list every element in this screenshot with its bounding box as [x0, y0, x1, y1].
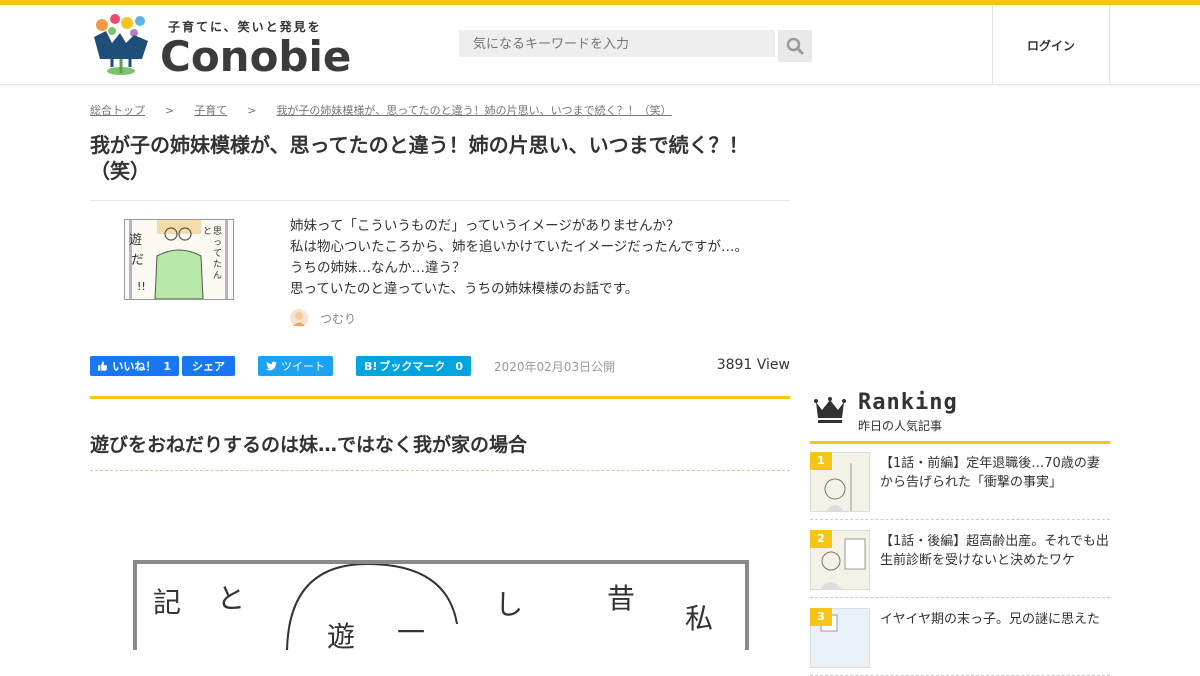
author-link[interactable]: つむり: [290, 309, 356, 327]
like-label: いいね！: [112, 360, 157, 373]
ranking-item-title: 【1話・前編】定年退職後…70歳の妻から告げられた「衝撃の事実」: [880, 456, 1100, 490]
search-input[interactable]: [459, 30, 775, 57]
comic-char: と: [217, 582, 245, 615]
intro-line: 姉妹って「こういうものだ」っていうイメージがありませんか？: [290, 218, 680, 234]
breadcrumb: 総合トップ > 子育て > 我が子の姉妹模様が、思ってたのと違う！姉の片思い、いつまで続…: [90, 102, 672, 118]
published-date: 2020年02月03日公開: [494, 360, 616, 374]
thumb-char: っ: [213, 238, 222, 248]
view-count: 3891 View: [716, 357, 790, 373]
thumb-char: 思: [213, 226, 222, 237]
hatena-count: 0: [455, 359, 464, 373]
hatena-b-icon: B!: [364, 359, 378, 373]
ranking-item-title: イヤイヤ期の末っ子。兄の謎に思えた: [880, 612, 1100, 627]
comic-char: 一: [397, 616, 425, 649]
login-button[interactable]: ログイン: [992, 5, 1110, 85]
comic-char: し: [495, 588, 523, 621]
hatena-label: ブックマーク: [379, 360, 446, 373]
logo-mark-icon: [94, 14, 148, 75]
rank-number: 2: [810, 530, 832, 548]
comic-char: 昔: [607, 582, 635, 615]
thumb-char: 遊: [129, 233, 142, 248]
crown-icon: [814, 397, 846, 423]
tweet-label: ツイート: [281, 360, 325, 373]
thumb-char: ん: [213, 270, 222, 281]
ranking-subtitle: 昨日の人気記事: [858, 419, 943, 433]
ranking-title: Ranking: [858, 390, 958, 415]
intro-line: 私は物心ついたころから、姉を追いかけていたイメージだったんですが…。: [290, 239, 749, 255]
thumb-char: だ: [131, 253, 144, 268]
ranking-item-title: 【1話・後編】超高齢出産。それでも出生前診断を受けないと決めたワケ: [880, 534, 1109, 568]
comic-illustration: 記 と 遊 一 し 昔 私: [153, 564, 713, 650]
site-header: 子育てに、笑いと発見を Conobie ログイン: [0, 5, 1200, 85]
ranking-header: Ranking 昨日の人気記事: [810, 388, 1110, 444]
search-icon: [786, 37, 804, 55]
thumb-char: !!: [137, 280, 146, 293]
section-divider: [90, 396, 790, 399]
breadcrumb-separator: >: [165, 104, 175, 117]
page-title: 我が子の姉妹模様が、思ってたのと違う！姉の片思い、いつまで続く？！（笑）: [90, 133, 749, 183]
logo-wordmark: Conobie: [160, 32, 352, 81]
search-button[interactable]: [778, 30, 812, 62]
thumbs-up-icon: [98, 361, 108, 371]
thumbnail-illustration: 遊 だ !! 思 っ て た ん と: [125, 220, 233, 299]
breadcrumb-separator: >: [247, 104, 257, 117]
comic-char: 私: [685, 602, 713, 635]
tweet-button[interactable]: ツイート: [258, 356, 333, 376]
facebook-like-button[interactable]: いいね！ 1: [90, 356, 179, 376]
title-divider: [90, 200, 790, 201]
ranking-item[interactable]: 2 【1話・後編】超高齢出産。それでも出生前診断を受けないと決めたワケ: [810, 530, 1110, 598]
comic-char: 記: [153, 586, 181, 619]
breadcrumb-item-parenting[interactable]: 子育て: [194, 104, 227, 117]
intro-line: うちの姉妹…なんか…違う？: [290, 260, 466, 276]
facebook-share-button[interactable]: シェア: [182, 356, 235, 376]
heading-underline: [90, 470, 790, 471]
comic-char: 遊: [327, 620, 355, 650]
intro-line: 思っていたのと違っていた、うちの姉妹模様のお話です。: [290, 281, 639, 297]
twitter-bird-icon: [266, 361, 277, 371]
article-intro: 姉妹って「こういうものだ」っていうイメージがありませんか？ 私は物心ついたころか…: [290, 216, 790, 300]
like-count: 1: [163, 359, 171, 373]
author-name: つむり: [320, 311, 357, 326]
site-logo[interactable]: 子育てに、笑いと発見を Conobie: [90, 11, 352, 81]
article-thumbnail[interactable]: 遊 だ !! 思 っ て た ん と: [124, 219, 234, 300]
rank-number: 3: [810, 608, 832, 626]
thumb-char: て: [213, 249, 222, 259]
breadcrumb-item-top[interactable]: 総合トップ: [90, 104, 145, 117]
ranking-divider: [810, 441, 1110, 444]
breadcrumb-item-current[interactable]: 我が子の姉妹模様が、思ってたのと違う！姉の片思い、いつまで続く？！（笑）: [276, 104, 671, 117]
ranking-item[interactable]: 1 【1話・前編】定年退職後…70歳の妻から告げられた「衝撃の事実」: [810, 452, 1110, 520]
thumb-char: た: [213, 259, 222, 270]
hatena-bookmark-button[interactable]: B! ブックマーク 0: [356, 356, 471, 376]
ranking-item[interactable]: 3 イヤイヤ期の末っ子。兄の謎に思えた: [810, 608, 1110, 676]
rank-number: 1: [810, 452, 832, 470]
section-heading: 遊びをおねだりするのは妹…ではなく我が家の場合: [90, 434, 528, 456]
thumb-char: と: [203, 226, 212, 237]
avatar: [290, 309, 308, 327]
comic-panel: 記 と 遊 一 し 昔 私: [133, 560, 749, 650]
